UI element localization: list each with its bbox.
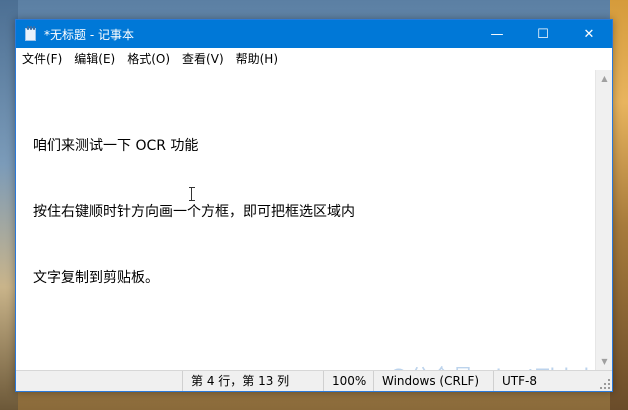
window-controls: — ☐ ✕ [474, 20, 612, 48]
menu-file[interactable]: 文件(F) [16, 48, 68, 70]
editor-line: 按住右键顺时针方向画一个方框，即可把框选区域内 [33, 204, 355, 220]
editor-line: 咱们来测试一下 OCR 功能 [33, 138, 199, 154]
status-position: 第 4 行，第 13 列 [182, 371, 298, 391]
menu-help[interactable]: 帮助(H) [230, 48, 284, 70]
scroll-up-icon[interactable]: ▲ [596, 70, 613, 87]
maximize-button[interactable]: ☐ [520, 20, 566, 48]
status-encoding: UTF-8 [493, 371, 613, 391]
resize-grip-icon[interactable] [600, 379, 610, 389]
notepad-window: *无标题 - 记事本 — ☐ ✕ 文件(F) 编辑(E) 格式(O) 查看(V)… [15, 19, 613, 392]
minimize-button[interactable]: — [474, 20, 520, 48]
status-bar: 第 4 行，第 13 列 100% Windows (CRLF) UTF-8 [16, 370, 612, 391]
menu-format[interactable]: 格式(O) [121, 48, 176, 70]
text-cursor-icon [188, 186, 196, 202]
window-title: *无标题 - 记事本 [44, 27, 134, 42]
status-line-ending: Windows (CRLF) [373, 371, 493, 391]
close-button[interactable]: ✕ [566, 20, 612, 48]
close-icon: ✕ [583, 26, 595, 42]
minimize-icon: — [490, 26, 504, 42]
editor-line: 文字复制到剪贴板。 [33, 270, 159, 286]
menu-view[interactable]: 查看(V) [176, 48, 230, 70]
maximize-icon: ☐ [537, 26, 549, 42]
editor-content: 咱们来测试一下 OCR 功能 按住右键顺时针方向画一个方框，即可把框选区域内 文… [33, 91, 355, 333]
scroll-down-icon[interactable]: ▼ [596, 353, 613, 370]
vertical-scrollbar[interactable]: ▲ ▼ [595, 70, 612, 370]
title-bar[interactable]: *无标题 - 记事本 — ☐ ✕ [16, 20, 612, 48]
menu-edit[interactable]: 编辑(E) [68, 48, 121, 70]
text-editor[interactable]: 咱们来测试一下 OCR 功能 按住右键顺时针方向画一个方框，即可把框选区域内 文… [16, 70, 596, 370]
menu-bar: 文件(F) 编辑(E) 格式(O) 查看(V) 帮助(H) [16, 48, 612, 71]
notepad-icon [24, 26, 38, 42]
